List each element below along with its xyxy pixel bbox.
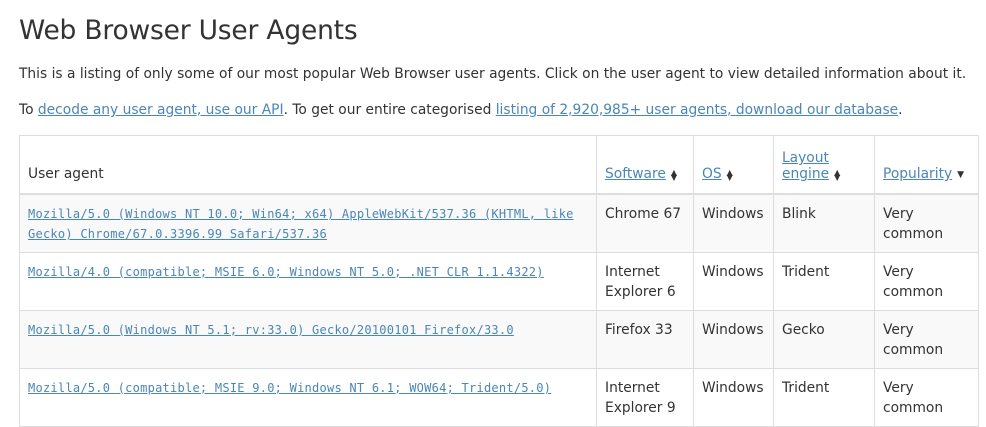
header-layout-engine[interactable]: Layout engine ▲︎ ▼︎: [773, 135, 875, 195]
cell-popularity: Very common: [874, 252, 979, 311]
cell-os: Windows: [693, 252, 774, 311]
sort-both-icon[interactable]: ▲︎ ▼︎: [834, 168, 840, 181]
cell-engine: Trident: [773, 252, 875, 311]
cell-popularity: Very common: [874, 368, 979, 427]
links-suffix: .: [898, 102, 903, 118]
cell-user-agent: Mozilla/5.0 (Windows NT 5.1; rv:33.0) Ge…: [19, 310, 597, 369]
cell-os: Windows: [693, 193, 774, 253]
links-paragraph: To decode any user agent, use our API. T…: [19, 102, 903, 118]
cell-software: Internet Explorer 9: [596, 368, 694, 427]
header-software[interactable]: Software ▲︎ ▼︎: [596, 135, 694, 195]
user-agents-table: User agent Software ▲︎ ▼︎ OS ▲︎ ▼︎ Layout eng…: [19, 135, 979, 427]
user-agent-link[interactable]: Mozilla/5.0 (Windows NT 5.1; rv:33.0) Ge…: [28, 323, 514, 337]
links-prefix: To: [19, 102, 38, 118]
cell-software: Internet Explorer 6: [596, 252, 694, 311]
header-user-agent: User agent: [19, 135, 597, 195]
sort-both-icon[interactable]: ▲︎ ▼︎: [671, 168, 677, 181]
user-agent-link[interactable]: Mozilla/4.0 (compatible; MSIE 6.0; Windo…: [28, 265, 544, 279]
cell-os: Windows: [693, 310, 774, 369]
layout-engine-line2: engine: [782, 166, 830, 182]
layout-engine-line1: Layout: [782, 150, 829, 166]
cell-engine: Trident: [773, 368, 875, 427]
cell-popularity: Very common: [874, 310, 979, 369]
links-middle: . To get our entire categorised: [283, 102, 496, 118]
cell-user-agent: Mozilla/5.0 (Windows NT 10.0; Win64; x64…: [19, 193, 597, 253]
user-agent-link[interactable]: Mozilla/5.0 (Windows NT 10.0; Win64; x64…: [28, 207, 574, 241]
sort-desc-icon[interactable]: ▼︎: [957, 170, 964, 180]
sort-popularity-link[interactable]: Popularity: [883, 166, 952, 182]
cell-user-agent: Mozilla/5.0 (compatible; MSIE 9.0; Windo…: [19, 368, 597, 427]
header-os[interactable]: OS ▲︎ ▼︎: [693, 135, 774, 195]
page-title: Web Browser User Agents: [19, 15, 358, 46]
sort-os-link[interactable]: OS: [702, 166, 722, 182]
table-row: Mozilla/4.0 (compatible; MSIE 6.0; Windo…: [19, 252, 979, 311]
cell-user-agent: Mozilla/4.0 (compatible; MSIE 6.0; Windo…: [19, 252, 597, 311]
cell-software: Chrome 67: [596, 193, 694, 253]
api-link[interactable]: decode any user agent, use our API: [38, 102, 284, 118]
table-row: Mozilla/5.0 (compatible; MSIE 9.0; Windo…: [19, 368, 979, 427]
cell-os: Windows: [693, 368, 774, 427]
table-row: Mozilla/5.0 (Windows NT 10.0; Win64; x64…: [19, 193, 979, 253]
intro-text: This is a listing of only some of our mo…: [19, 66, 967, 82]
table-row: Mozilla/5.0 (Windows NT 5.1; rv:33.0) Ge…: [19, 310, 979, 369]
sort-software-link[interactable]: Software: [605, 166, 666, 182]
sort-both-icon[interactable]: ▲︎ ▼︎: [727, 168, 733, 181]
database-link[interactable]: listing of 2,920,985+ user agents, downl…: [496, 102, 898, 118]
cell-engine: Gecko: [773, 310, 875, 369]
sort-layout-engine-link[interactable]: Layout engine: [782, 150, 829, 182]
cell-engine: Blink: [773, 193, 875, 253]
cell-popularity: Very common: [874, 193, 979, 253]
table-header-row: User agent Software ▲︎ ▼︎ OS ▲︎ ▼︎ Layout eng…: [19, 135, 979, 195]
user-agent-link[interactable]: Mozilla/5.0 (compatible; MSIE 9.0; Windo…: [28, 381, 551, 395]
cell-software: Firefox 33: [596, 310, 694, 369]
header-popularity[interactable]: Popularity ▼︎: [874, 135, 979, 195]
